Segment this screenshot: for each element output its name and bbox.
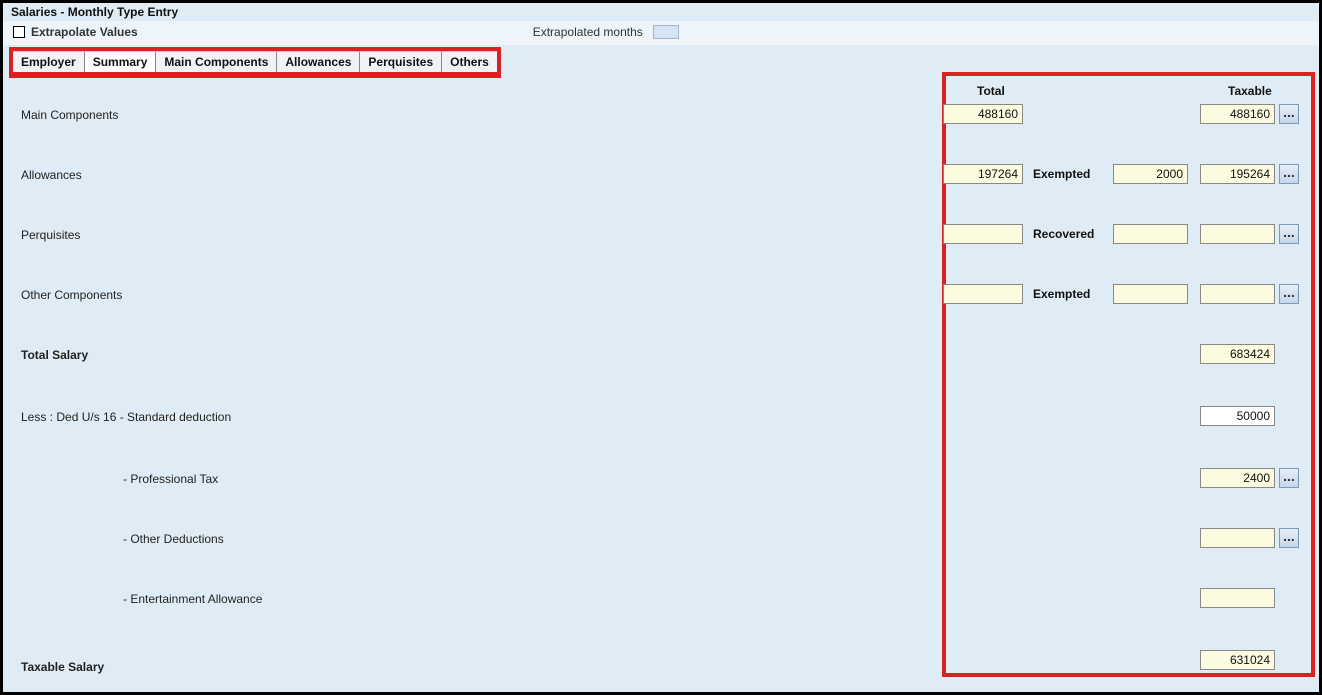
extrapolate-label: Extrapolate Values <box>31 25 138 39</box>
allowances-more-button[interactable]: ... <box>1279 164 1299 184</box>
perquisites-recovered-label: Recovered <box>1033 227 1094 241</box>
label-std-deduction: Less : Ded U/s 16 - Standard deduction <box>21 410 231 424</box>
other-components-total[interactable] <box>943 284 1023 304</box>
allowances-exempted-label: Exempted <box>1033 167 1090 181</box>
label-perquisites: Perquisites <box>21 228 80 242</box>
summary-panel: Total Taxable Main Components 488160 488… <box>3 78 1319 668</box>
tab-others[interactable]: Others <box>442 51 497 72</box>
col-header-taxable: Taxable <box>1228 84 1272 98</box>
extrapolated-months-field[interactable] <box>653 25 679 39</box>
other-deductions-more-button[interactable]: ... <box>1279 528 1299 548</box>
tab-allowances[interactable]: Allowances <box>277 51 360 72</box>
std-deduction-value[interactable]: 50000 <box>1200 406 1275 426</box>
window-title: Salaries - Monthly Type Entry <box>3 3 1319 21</box>
perquisites-total[interactable] <box>943 224 1023 244</box>
professional-tax-more-button[interactable]: ... <box>1279 468 1299 488</box>
label-other-components: Other Components <box>21 288 122 302</box>
other-components-exempted-value[interactable] <box>1113 284 1188 304</box>
label-allowances: Allowances <box>21 168 82 182</box>
label-entertainment-allowance: - Entertainment Allowance <box>123 592 262 606</box>
extrapolate-checkbox[interactable] <box>13 26 25 38</box>
total-salary-value[interactable]: 683424 <box>1200 344 1275 364</box>
label-taxable-salary: Taxable Salary <box>21 660 104 674</box>
tab-perquisites[interactable]: Perquisites <box>360 51 442 72</box>
window: Salaries - Monthly Type Entry Extrapolat… <box>0 0 1322 695</box>
perquisites-taxable[interactable] <box>1200 224 1275 244</box>
other-components-more-button[interactable]: ... <box>1279 284 1299 304</box>
allowances-exempted-value[interactable]: 2000 <box>1113 164 1188 184</box>
tab-main-components[interactable]: Main Components <box>156 51 277 72</box>
main-components-more-button[interactable]: ... <box>1279 104 1299 124</box>
main-components-total[interactable]: 488160 <box>943 104 1023 124</box>
tabbar: Employer Summary Main Components Allowan… <box>9 47 501 78</box>
perquisites-recovered-value[interactable] <box>1113 224 1188 244</box>
tab-employer[interactable]: Employer <box>13 51 85 72</box>
label-total-salary: Total Salary <box>21 348 88 362</box>
label-main-components: Main Components <box>21 108 118 122</box>
label-other-deductions: - Other Deductions <box>123 532 224 546</box>
col-header-total: Total <box>977 84 1005 98</box>
tabbar-highlight: Employer Summary Main Components Allowan… <box>3 45 1319 78</box>
entertainment-allowance-value[interactable] <box>1200 588 1275 608</box>
allowances-taxable[interactable]: 195264 <box>1200 164 1275 184</box>
other-components-exempted-label: Exempted <box>1033 287 1090 301</box>
main-components-taxable[interactable]: 488160 <box>1200 104 1275 124</box>
taxable-salary-value[interactable]: 631024 <box>1200 650 1275 670</box>
extrapolated-months-label: Extrapolated months <box>533 25 643 39</box>
perquisites-more-button[interactable]: ... <box>1279 224 1299 244</box>
other-deductions-value[interactable] <box>1200 528 1275 548</box>
right-columns-highlight <box>942 72 1315 677</box>
allowances-total[interactable]: 197264 <box>943 164 1023 184</box>
top-strip: Extrapolate Values Extrapolated months <box>3 21 1319 45</box>
tab-summary[interactable]: Summary <box>85 51 157 72</box>
other-components-taxable[interactable] <box>1200 284 1275 304</box>
professional-tax-value[interactable]: 2400 <box>1200 468 1275 488</box>
label-professional-tax: - Professional Tax <box>123 472 218 486</box>
